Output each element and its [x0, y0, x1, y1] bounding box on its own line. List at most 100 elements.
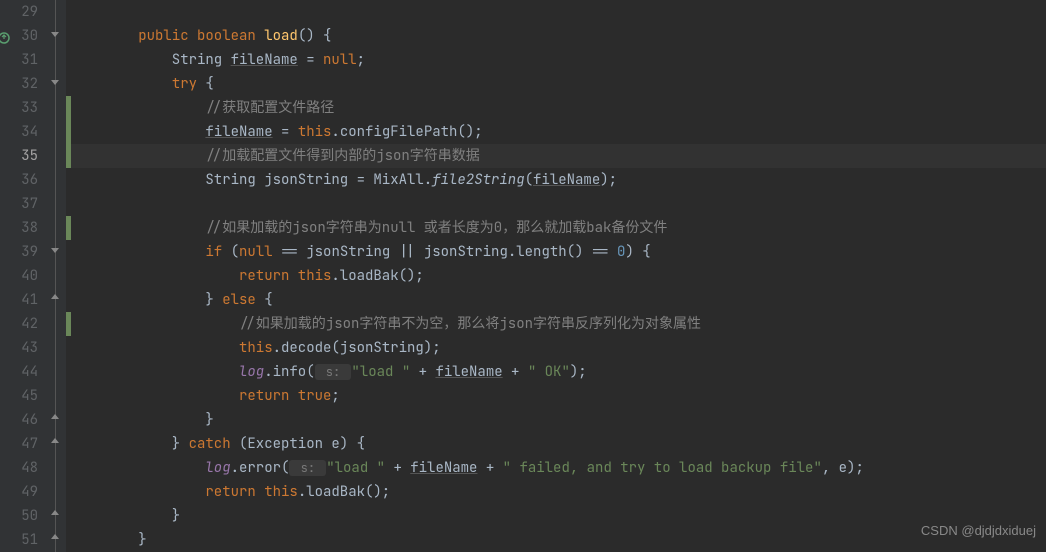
code-line[interactable]: 36 String jsonString = MixAll.file2Strin… [0, 168, 1046, 192]
code-line[interactable]: 39 if (null == jsonString || jsonString.… [0, 240, 1046, 264]
code-content[interactable]: public boolean load() { [71, 24, 1046, 48]
code-content[interactable]: this.decode(jsonString); [71, 336, 1046, 360]
code-line[interactable]: 40 return this.loadBak(); [0, 264, 1046, 288]
fold-gutter[interactable] [48, 144, 66, 168]
code-content[interactable]: //如果加载的json字符串不为空，那么将json字符串反序列化为对象属性 [71, 312, 1046, 336]
fold-expand-end-icon[interactable] [51, 414, 60, 423]
fold-gutter[interactable] [48, 528, 66, 552]
fold-gutter[interactable] [48, 120, 66, 144]
code-content[interactable]: } else { [71, 288, 1046, 312]
code-line[interactable]: 37 [0, 192, 1046, 216]
code-content[interactable]: } [71, 504, 1046, 528]
line-number[interactable]: 37 [0, 192, 48, 216]
code-line[interactable]: 48 log.error( s: "load " + fileName + " … [0, 456, 1046, 480]
line-number[interactable]: 42 [0, 312, 48, 336]
line-number[interactable]: 47 [0, 432, 48, 456]
code-content[interactable]: return this.loadBak(); [71, 264, 1046, 288]
line-number[interactable]: 35 [0, 144, 48, 168]
code-line[interactable]: 38 //如果加载的json字符串为null 或者长度为0，那么就加载bak备份… [0, 216, 1046, 240]
fold-collapse-icon[interactable] [51, 248, 60, 257]
fold-gutter[interactable] [48, 480, 66, 504]
line-number[interactable]: 30 [0, 24, 48, 48]
fold-gutter[interactable] [48, 312, 66, 336]
code-content[interactable]: try { [71, 72, 1046, 96]
line-number[interactable]: 38 [0, 216, 48, 240]
fold-gutter[interactable] [48, 264, 66, 288]
line-number[interactable]: 41 [0, 288, 48, 312]
fold-gutter[interactable] [48, 48, 66, 72]
override-gutter-icon[interactable] [0, 29, 10, 43]
code-line[interactable]: 42 //如果加载的json字符串不为空，那么将json字符串反序列化为对象属性 [0, 312, 1046, 336]
code-content[interactable]: } [71, 408, 1046, 432]
fold-gutter[interactable] [48, 240, 66, 264]
line-number[interactable]: 39 [0, 240, 48, 264]
line-number[interactable]: 48 [0, 456, 48, 480]
line-number[interactable]: 36 [0, 168, 48, 192]
fold-gutter[interactable] [48, 456, 66, 480]
code-line[interactable]: 45 return true; [0, 384, 1046, 408]
line-number[interactable]: 50 [0, 504, 48, 528]
code-content[interactable] [71, 0, 1046, 24]
line-number[interactable]: 45 [0, 384, 48, 408]
code-line[interactable]: 32 try { [0, 72, 1046, 96]
fold-gutter[interactable] [48, 216, 66, 240]
fold-expand-end-icon[interactable] [51, 510, 60, 519]
fold-collapse-icon[interactable] [51, 80, 60, 89]
code-content[interactable] [71, 192, 1046, 216]
fold-gutter[interactable] [48, 192, 66, 216]
code-content[interactable]: //获取配置文件路径 [71, 96, 1046, 120]
code-line[interactable]: 50 } [0, 504, 1046, 528]
code-content[interactable]: } [71, 528, 1046, 552]
fold-gutter[interactable] [48, 288, 66, 312]
fold-gutter[interactable] [48, 72, 66, 96]
fold-expand-end-icon[interactable] [51, 294, 60, 303]
code-content[interactable]: //如果加载的json字符串为null 或者长度为0，那么就加载bak备份文件 [71, 216, 1046, 240]
code-content[interactable]: if (null == jsonString || jsonString.len… [71, 240, 1046, 264]
fold-expand-end-icon[interactable] [51, 438, 60, 447]
fold-gutter[interactable] [48, 168, 66, 192]
line-number[interactable]: 29 [0, 0, 48, 24]
code-content[interactable]: log.info( s: "load " + fileName + " OK")… [71, 360, 1046, 384]
fold-gutter[interactable] [48, 384, 66, 408]
fold-collapse-icon[interactable] [51, 32, 60, 41]
code-line[interactable]: 31 String fileName = null; [0, 48, 1046, 72]
code-line[interactable]: 47 } catch (Exception e) { [0, 432, 1046, 456]
line-number[interactable]: 40 [0, 264, 48, 288]
code-line[interactable]: 29 [0, 0, 1046, 24]
line-number[interactable]: 46 [0, 408, 48, 432]
fold-gutter[interactable] [48, 504, 66, 528]
fold-gutter[interactable] [48, 432, 66, 456]
fold-gutter[interactable] [48, 408, 66, 432]
fold-gutter[interactable] [48, 0, 66, 24]
code-line[interactable]: 35 //加载配置文件得到内部的json字符串数据 [0, 144, 1046, 168]
code-content[interactable]: } catch (Exception e) { [71, 432, 1046, 456]
code-content[interactable]: //加载配置文件得到内部的json字符串数据 [71, 144, 1046, 168]
code-line[interactable]: 51 } [0, 528, 1046, 552]
code-content[interactable]: String jsonString = MixAll.file2String(f… [71, 168, 1046, 192]
code-content[interactable]: return this.loadBak(); [71, 480, 1046, 504]
code-content[interactable]: fileName = this.configFilePath(); [71, 120, 1046, 144]
line-number[interactable]: 51 [0, 528, 48, 552]
line-number[interactable]: 32 [0, 72, 48, 96]
code-editor[interactable]: 29 30 public boolean load() {31 String f… [0, 0, 1046, 549]
line-number[interactable]: 33 [0, 96, 48, 120]
code-line[interactable]: 44 log.info( s: "load " + fileName + " O… [0, 360, 1046, 384]
fold-gutter[interactable] [48, 336, 66, 360]
code-line[interactable]: 46 } [0, 408, 1046, 432]
code-line[interactable]: 30 public boolean load() { [0, 24, 1046, 48]
code-line[interactable]: 34 fileName = this.configFilePath(); [0, 120, 1046, 144]
line-number[interactable]: 43 [0, 336, 48, 360]
line-number[interactable]: 31 [0, 48, 48, 72]
fold-expand-end-icon[interactable] [51, 534, 60, 543]
line-number[interactable]: 34 [0, 120, 48, 144]
fold-gutter[interactable] [48, 24, 66, 48]
code-content[interactable]: return true; [71, 384, 1046, 408]
code-line[interactable]: 43 this.decode(jsonString); [0, 336, 1046, 360]
code-line[interactable]: 41 } else { [0, 288, 1046, 312]
code-content[interactable]: String fileName = null; [71, 48, 1046, 72]
fold-gutter[interactable] [48, 96, 66, 120]
code-line[interactable]: 49 return this.loadBak(); [0, 480, 1046, 504]
code-content[interactable]: log.error( s: "load " + fileName + " fai… [71, 456, 1046, 480]
code-line[interactable]: 33 //获取配置文件路径 [0, 96, 1046, 120]
line-number[interactable]: 49 [0, 480, 48, 504]
